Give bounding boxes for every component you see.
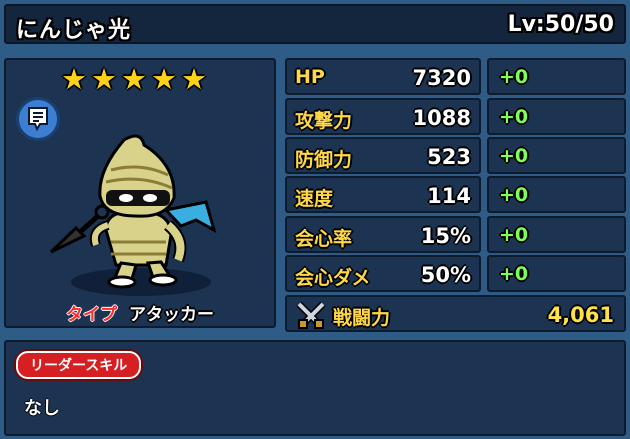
bonus-value: +0 xyxy=(499,106,529,128)
character-panel: ★ ★ ★ ★ ★ タイプ アタッカー xyxy=(4,58,276,328)
bonus-value: +0 xyxy=(499,66,529,88)
stat-value: 50% xyxy=(420,263,471,287)
type-label: タイプ xyxy=(66,305,117,325)
stat-label: 防御力 xyxy=(295,149,353,171)
character-name: にんじゃ光 xyxy=(16,18,132,43)
stat-label: 会心率 xyxy=(295,228,353,250)
star-icon: ★ xyxy=(121,62,147,96)
leader-skill-text: なし xyxy=(24,398,60,419)
stat-value: 1088 xyxy=(412,106,471,130)
stat-label: HP xyxy=(295,66,325,88)
memo-icon xyxy=(28,107,48,132)
stat-bonus-defense: +0 xyxy=(487,137,626,174)
stat-row-crit-damage: 会心ダメ 50% xyxy=(285,255,481,292)
stat-bonus-crit-rate: +0 xyxy=(487,216,626,253)
bonus-value: +0 xyxy=(499,224,529,246)
combat-power-value: 4,061 xyxy=(547,303,614,327)
stat-row-attack: 攻撃力 1088 xyxy=(285,98,481,135)
stat-bonus-crit-damage: +0 xyxy=(487,255,626,292)
stat-row-crit-rate: 会心率 15% xyxy=(285,216,481,253)
star-rating: ★ ★ ★ ★ ★ xyxy=(61,64,207,94)
stat-bonus-attack: +0 xyxy=(487,98,626,135)
stat-label: 攻撃力 xyxy=(295,110,353,132)
bonus-value: +0 xyxy=(499,263,529,285)
stat-row-hp: HP 7320 xyxy=(285,58,481,95)
star-icon: ★ xyxy=(151,62,177,96)
star-icon: ★ xyxy=(181,62,207,96)
bonus-value: +0 xyxy=(499,184,529,206)
stat-row-speed: 速度 114 xyxy=(285,176,481,213)
status-screen: にんじゃ光 Lv:50/50 ★ ★ ★ ★ ★ タイプ アタッカー HP 73… xyxy=(0,0,630,439)
combat-power-row: 戦闘力 4,061 xyxy=(285,295,626,332)
type-value: アタッカー xyxy=(129,305,214,325)
bonus-value: +0 xyxy=(499,145,529,167)
stat-bonus-hp: +0 xyxy=(487,58,626,95)
leader-skill-panel: リーダースキル なし xyxy=(4,340,626,436)
star-icon: ★ xyxy=(91,62,117,96)
level-indicator: Lv:50/50 xyxy=(507,12,614,37)
stat-value: 7320 xyxy=(412,66,471,90)
type-row: タイプ アタッカー xyxy=(66,300,214,325)
stat-value: 114 xyxy=(427,184,471,208)
stat-value: 523 xyxy=(427,145,471,169)
character-portrait xyxy=(49,134,217,296)
title-bar: にんじゃ光 Lv:50/50 xyxy=(4,4,626,44)
stat-bonus-speed: +0 xyxy=(487,176,626,213)
stat-value: 15% xyxy=(420,224,471,248)
leader-skill-badge: リーダースキル xyxy=(16,351,142,379)
stat-label: 会心ダメ xyxy=(295,267,371,289)
star-icon: ★ xyxy=(61,62,87,96)
stat-row-defense: 防御力 523 xyxy=(285,137,481,174)
combat-power-label: 戦闘力 xyxy=(333,307,391,329)
stat-label: 速度 xyxy=(295,188,334,210)
crossed-swords-icon xyxy=(296,301,326,329)
